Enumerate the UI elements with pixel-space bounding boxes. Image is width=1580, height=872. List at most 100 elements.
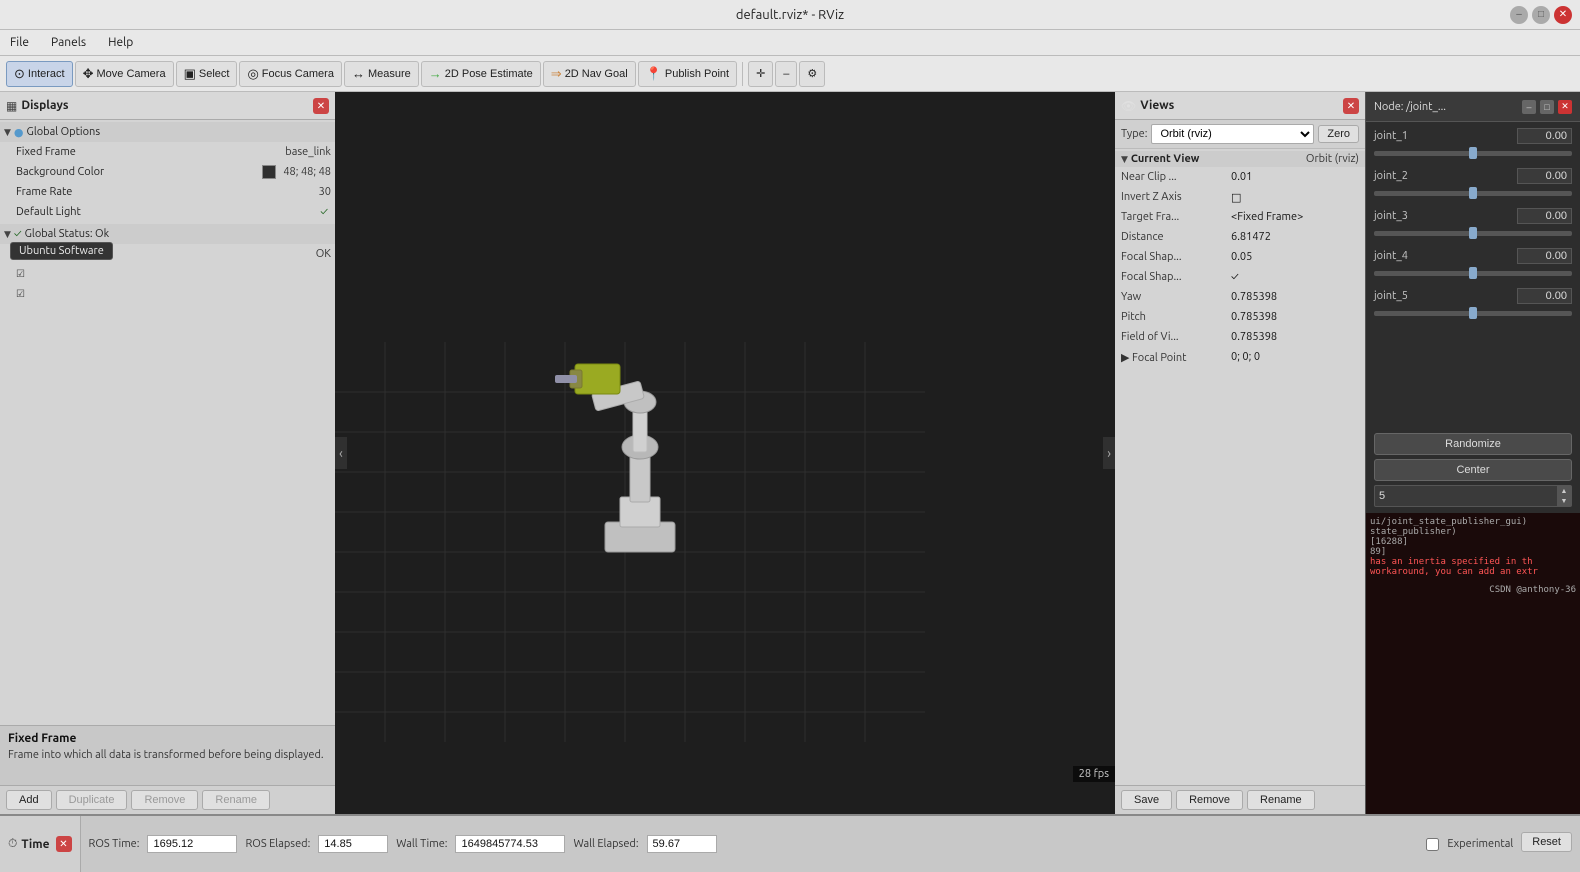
duplicate-button[interactable]: Duplicate [56, 790, 128, 810]
near-clip-value[interactable]: 0.01 [1231, 171, 1252, 183]
menu-file[interactable]: File [6, 34, 33, 51]
joint-panel: Node: /joint_... – □ ✕ joint_1 [1365, 92, 1580, 814]
viewport-arrow-right[interactable]: › [1103, 437, 1115, 469]
menu-help[interactable]: Help [104, 34, 137, 51]
ros-time-input[interactable] [147, 835, 237, 853]
zero-button[interactable]: Zero [1318, 125, 1359, 143]
publish-point-icon: 📍 [646, 66, 662, 82]
fov-value[interactable]: 0.785398 [1231, 331, 1277, 343]
global-status-header[interactable]: ▼ ✓ Global Status: Ok [0, 224, 335, 244]
joint-5-input[interactable] [1517, 288, 1572, 304]
global-status-label: Global Status: Ok [25, 228, 331, 240]
joint-5-slider[interactable] [1374, 306, 1572, 320]
pitch-value[interactable]: 0.785398 [1231, 311, 1277, 323]
global-status-arrow: ▼ [4, 229, 11, 240]
toolbar-settings-button[interactable]: ⚙ [799, 61, 825, 87]
views-close-button[interactable]: ✕ [1343, 98, 1359, 114]
wall-time-input[interactable] [455, 835, 565, 853]
focal-point-value[interactable]: 0; 0; 0 [1231, 351, 1260, 363]
views-type-select[interactable]: Orbit (rviz) [1151, 124, 1314, 144]
maximize-button[interactable]: □ [1532, 6, 1550, 24]
joint-4-input[interactable] [1517, 248, 1572, 264]
joint-1-thumb[interactable] [1469, 147, 1477, 159]
left-column: ▦ Displays ✕ ▼ ● Global Options Fixed Fr… [0, 92, 335, 814]
joint-2-slider[interactable] [1374, 186, 1572, 200]
display-item-1: ☑ [0, 264, 335, 284]
wall-elapsed-input[interactable] [647, 835, 717, 853]
focal-point-label: ▶ Focal Point [1121, 351, 1231, 364]
spinbox-down[interactable]: ▼ [1557, 496, 1571, 506]
displays-buttons: Add Duplicate Remove Rename [0, 785, 335, 814]
joint-restore-button[interactable]: □ [1540, 100, 1554, 114]
time-close-button[interactable]: ✕ [56, 836, 72, 852]
background-color-swatch[interactable] [262, 165, 276, 179]
viewport[interactable]: ‹ › 28 fps [335, 92, 1115, 814]
toolbar-plus-button[interactable]: ✛ [748, 61, 773, 87]
spinbox-input[interactable] [1375, 488, 1557, 504]
background-color-value[interactable]: 48; 48; 48 [283, 166, 331, 178]
center-button[interactable]: Center [1374, 459, 1572, 481]
randomize-button[interactable]: Randomize [1374, 433, 1572, 455]
joint-3-label-row: joint_3 [1374, 208, 1572, 224]
nav-goal-button[interactable]: ⇒ 2D Nav Goal [543, 61, 636, 87]
near-clip-label: Near Clip ... [1121, 171, 1231, 183]
target-frame-value[interactable]: <Fixed Frame> [1231, 211, 1303, 223]
terminal-line-8: workaround, you can add an extr [1370, 567, 1576, 577]
joint-3-input[interactable] [1517, 208, 1572, 224]
spinbox-up[interactable]: ▲ [1557, 486, 1571, 496]
joint-minimize-button[interactable]: – [1522, 100, 1536, 114]
joint-close-button[interactable]: ✕ [1558, 100, 1572, 114]
joint-1-label: joint_1 [1374, 130, 1408, 142]
info-title: Fixed Frame [8, 732, 327, 745]
add-button[interactable]: Add [6, 790, 52, 810]
focal-shape-1-value[interactable]: 0.05 [1231, 251, 1252, 263]
rename-button[interactable]: Rename [202, 790, 270, 810]
fixed-frame-value[interactable]: base_link [285, 146, 331, 158]
distance-value[interactable]: 6.81472 [1231, 231, 1271, 243]
joint-3-thumb[interactable] [1469, 227, 1477, 239]
check-1[interactable]: ☑ [16, 268, 25, 280]
joint-1-slider[interactable] [1374, 146, 1572, 160]
close-button[interactable]: ✕ [1554, 6, 1572, 24]
views-remove-button[interactable]: Remove [1176, 790, 1243, 810]
measure-button[interactable]: ↔ Measure [344, 61, 419, 87]
displays-close-button[interactable]: ✕ [313, 98, 329, 114]
publish-point-button[interactable]: 📍 Publish Point [638, 61, 737, 87]
joint-2-thumb[interactable] [1469, 187, 1477, 199]
focal-shape-2-check[interactable]: ✓ [1231, 271, 1239, 283]
toolbar-minus-button[interactable]: – [775, 61, 797, 87]
interact-button[interactable]: ⊙ Interact [6, 61, 73, 87]
reset-button[interactable]: Reset [1521, 832, 1572, 852]
menu-panels[interactable]: Panels [47, 34, 90, 51]
current-view-label: Current View [1131, 153, 1306, 165]
center-column: ‹ › 28 fps [335, 92, 1115, 814]
global-options-arrow: ▼ [4, 127, 11, 138]
joint-1-input[interactable] [1517, 128, 1572, 144]
yaw-value[interactable]: 0.785398 [1231, 291, 1277, 303]
invert-z-check[interactable]: □ [1231, 191, 1241, 204]
joint-4-thumb[interactable] [1469, 267, 1477, 279]
views-save-button[interactable]: Save [1121, 790, 1172, 810]
joint-3-slider[interactable] [1374, 226, 1572, 240]
pose-estimate-button[interactable]: → 2D Pose Estimate [421, 61, 541, 87]
move-camera-button[interactable]: ✥ Move Camera [75, 61, 174, 87]
ros-elapsed-input[interactable] [318, 835, 388, 853]
current-view-header[interactable]: ▼ Current View Orbit (rviz) [1115, 151, 1365, 167]
joint-5-thumb[interactable] [1469, 307, 1477, 319]
focus-camera-button[interactable]: ◎ Focus Camera [239, 61, 341, 87]
views-rename-button[interactable]: Rename [1247, 790, 1315, 810]
terminal-line-7: has an inertia specified in th [1370, 557, 1576, 567]
joint-4-slider[interactable] [1374, 266, 1572, 280]
joint-2-input[interactable] [1517, 168, 1572, 184]
global-options-header[interactable]: ▼ ● Global Options [0, 122, 335, 142]
frame-rate-value[interactable]: 30 [319, 186, 331, 198]
experimental-checkbox[interactable] [1426, 838, 1439, 851]
default-light-check[interactable]: ✓ [320, 206, 328, 218]
minimize-button[interactable]: – [1510, 6, 1528, 24]
select-button[interactable]: ▣ Select [176, 61, 238, 87]
check-2[interactable]: ☑ [16, 288, 25, 300]
current-view-arrow: ▼ [1121, 154, 1128, 165]
viewport-arrow-left[interactable]: ‹ [335, 437, 347, 469]
remove-button[interactable]: Remove [131, 790, 198, 810]
joint-3-track [1374, 231, 1572, 236]
